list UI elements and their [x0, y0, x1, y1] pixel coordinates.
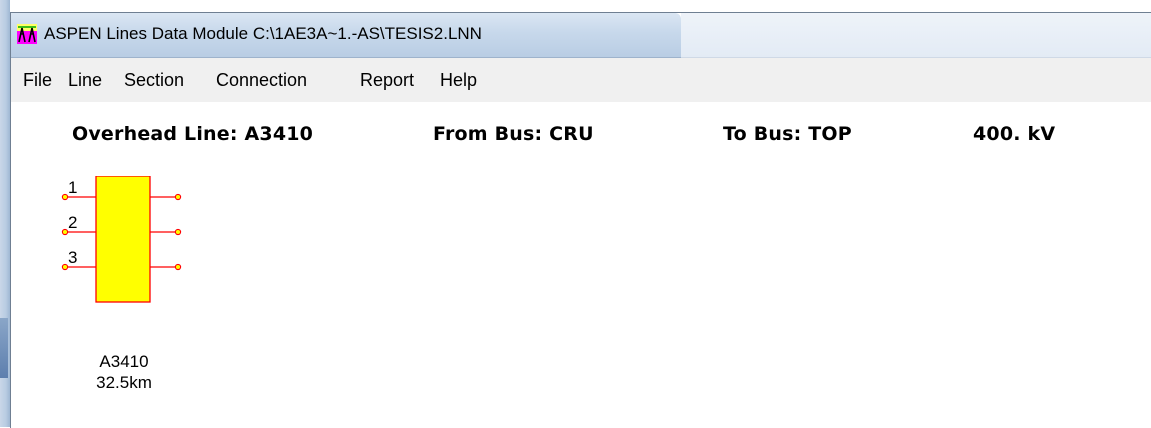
app-window: ASPEN Lines Data Module C:\1AE3A~1.-AS\T… — [10, 12, 1151, 428]
menu-connection[interactable]: Connection — [216, 69, 307, 91]
line-section-block[interactable] — [95, 176, 151, 303]
menu-help[interactable]: Help — [440, 69, 477, 91]
line-data-view: Overhead Line: A3410 From Bus: CRU To Bu… — [11, 102, 1151, 428]
menu-line[interactable]: Line — [68, 69, 102, 91]
overhead-line-label: Overhead Line: A3410 — [72, 123, 314, 145]
menu-bar: File Line Section Connection Report Help — [11, 58, 1151, 102]
from-bus-label: From Bus: CRU — [433, 123, 594, 145]
terminal-label-3: 3 — [68, 248, 77, 267]
title-bar[interactable]: ASPEN Lines Data Module C:\1AE3A~1.-AS\T… — [11, 13, 681, 58]
diagram-line-length: 32.5km — [96, 373, 152, 392]
line-section-diagram[interactable]: 1 2 3 — [51, 176, 211, 326]
terminal-label-2: 2 — [68, 213, 77, 232]
title-bar-extension — [681, 13, 1151, 58]
menu-file[interactable]: File — [23, 69, 52, 91]
terminal-label-1: 1 — [68, 178, 77, 197]
menu-report[interactable]: Report — [360, 69, 414, 91]
diagram-line-name: A3410 — [99, 352, 149, 371]
window-title: ASPEN Lines Data Module C:\1AE3A~1.-AS\T… — [44, 24, 482, 43]
voltage-label: 400. kV — [973, 123, 1056, 145]
desktop-left-edge-accent — [0, 318, 8, 378]
to-bus-label: To Bus: TOP — [723, 123, 852, 145]
aspen-app-icon[interactable] — [17, 24, 37, 44]
menu-section[interactable]: Section — [124, 69, 184, 91]
